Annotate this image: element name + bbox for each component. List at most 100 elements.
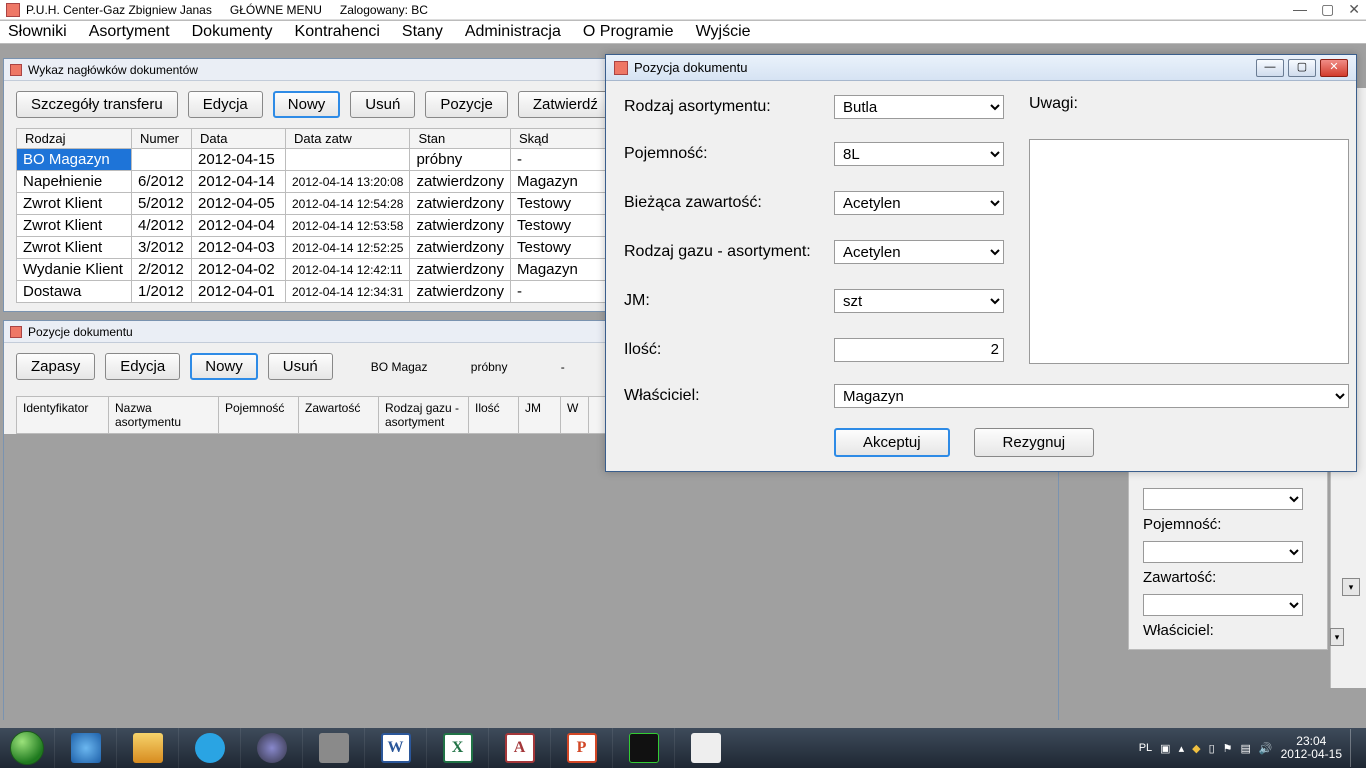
col-header[interactable]: Numer [132,129,192,149]
input-jm[interactable]: szt [834,289,1004,313]
table-row[interactable]: Napełnienie6/20122012-04-142012-04-14 13… [17,171,611,193]
menu-slowniki[interactable]: Słowniki [8,23,67,41]
side-panel: Pojemność: Zawartość: Właściciel: [1128,469,1328,650]
col-header[interactable]: W [561,397,589,433]
side-pojem-label: Pojemność: [1143,516,1313,533]
menu-dokumenty[interactable]: Dokumenty [192,23,273,41]
tray-icon[interactable]: ▯ [1209,742,1215,755]
logged-label: Zalogowany: BC [340,3,428,17]
maximize-icon[interactable]: ▢ [1321,1,1334,18]
task-word[interactable]: W [364,728,426,768]
approve-button[interactable]: Zatwierdź [518,91,613,118]
menu-oprogramie[interactable]: O Programie [583,23,674,41]
window-title: Pozycje dokumentu [28,325,133,339]
col-header[interactable]: Rodzaj gazu - asortyment [379,397,469,433]
side-zaw-label: Zawartość: [1143,569,1313,586]
task-gear[interactable] [302,728,364,768]
col-header[interactable]: Identyfikator [17,397,109,433]
col-header[interactable]: Stan [410,129,511,149]
input-wlasc[interactable]: Magazyn [834,384,1349,408]
transfer-details-button[interactable]: Szczegóły transferu [16,91,178,118]
menu-kontrahenci[interactable]: Kontrahenci [295,23,380,41]
menu-administracja[interactable]: Administracja [465,23,561,41]
label-gaz: Rodzaj gazu - asortyment: [624,243,834,261]
label-ilosc: Ilość: [624,341,834,359]
task-compass[interactable] [240,728,302,768]
task-app2[interactable] [674,728,736,768]
new-button[interactable]: Nowy [273,91,341,118]
minimize-icon[interactable]: — [1293,1,1307,18]
doc-headers-table[interactable]: RodzajNumerDataData zatwStanSkąd BO Maga… [16,128,611,303]
scroll-button[interactable]: ▾ [1330,628,1344,646]
menu-wyjscie[interactable]: Wyjście [696,23,751,41]
col-header[interactable]: Pojemność [219,397,299,433]
tray-lang[interactable]: PL [1139,742,1152,754]
input-ilosc[interactable] [834,338,1004,362]
table-row[interactable]: Wydanie Klient2/20122012-04-022012-04-14… [17,259,611,281]
tray-icon[interactable]: ▤ [1241,742,1251,755]
taskbar: W X A P PL ▣ ▴ ◆ ▯ ⚑ ▤ 🔊 23:042012-04-15 [0,728,1366,768]
tray-icon[interactable]: ▣ [1160,742,1170,755]
info-from: - [561,360,565,374]
col-header[interactable]: Nazwa asortymentu [109,397,219,433]
cancel-button[interactable]: Rezygnuj [974,428,1095,457]
col-header[interactable]: Ilość [469,397,519,433]
label-uwagi: Uwagi: [1029,95,1349,113]
window-title: Wykaz nagłówków dokumentów [28,63,198,77]
menu-asortyment[interactable]: Asortyment [89,23,170,41]
dialog-pozycja: Pozycja dokumentu — ▢ ✕ Rodzaj asortymen… [605,54,1357,472]
task-powerpoint[interactable]: P [550,728,612,768]
task-explorer[interactable] [116,728,178,768]
side-rodzaj-select[interactable] [1143,488,1303,510]
show-desktop-button[interactable] [1350,729,1360,767]
col-header[interactable]: Rodzaj [17,129,132,149]
input-biez[interactable]: Acetylen [834,191,1004,215]
menu-stany[interactable]: Stany [402,23,443,41]
tray-chevron-up-icon[interactable]: ▴ [1179,742,1185,755]
delete-button[interactable]: Usuń [350,91,415,118]
new-button[interactable]: Nowy [190,353,258,380]
task-skype[interactable] [178,728,240,768]
stock-button[interactable]: Zapasy [16,353,95,380]
input-uwagi[interactable] [1029,139,1349,364]
scroll-button[interactable]: ▾ [1342,578,1360,596]
edit-button[interactable]: Edycja [188,91,263,118]
start-button[interactable] [0,728,54,768]
table-row[interactable]: Zwrot Klient3/20122012-04-032012-04-14 1… [17,237,611,259]
tray-volume-icon[interactable]: 🔊 [1259,742,1273,755]
task-access[interactable]: A [488,728,550,768]
dialog-minimize-button[interactable]: — [1256,59,1284,77]
table-row[interactable]: BO Magazyn2012-04-15próbny- [17,149,611,171]
input-pojem[interactable]: 8L [834,142,1004,166]
edit-button[interactable]: Edycja [105,353,180,380]
col-header[interactable]: Zawartość [299,397,379,433]
input-rodzaj[interactable]: Butla [834,95,1004,119]
side-pojem-select[interactable] [1143,541,1303,563]
accept-button[interactable]: Akceptuj [834,428,950,457]
label-wlasc: Właściciel: [624,387,834,405]
col-header[interactable]: JM [519,397,561,433]
task-ie[interactable] [54,728,116,768]
dialog-close-button[interactable]: ✕ [1320,59,1348,77]
dialog-title: Pozycja dokumentu [634,60,747,75]
delete-button[interactable]: Usuń [268,353,333,380]
col-header[interactable]: Skąd [510,129,610,149]
task-excel[interactable]: X [426,728,488,768]
table-row[interactable]: Zwrot Klient5/20122012-04-052012-04-14 1… [17,193,611,215]
main-menu: Słowniki Asortyment Dokumenty Kontrahenc… [0,20,1366,44]
tray-icon[interactable]: ⚑ [1223,742,1233,755]
table-row[interactable]: Dostawa1/20122012-04-012012-04-14 12:34:… [17,281,611,303]
col-header[interactable]: Data [192,129,286,149]
col-header[interactable]: Data zatw [286,129,410,149]
tray-clock[interactable]: 23:042012-04-15 [1281,735,1342,761]
input-gaz[interactable]: Acetylen [834,240,1004,264]
close-icon[interactable]: ✕ [1348,1,1360,18]
table-row[interactable]: Zwrot Klient4/20122012-04-042012-04-14 1… [17,215,611,237]
dialog-maximize-button[interactable]: ▢ [1288,59,1316,77]
side-zaw-select[interactable] [1143,594,1303,616]
positions-button[interactable]: Pozycje [425,91,508,118]
side-wlasc-label: Właściciel: [1143,622,1313,639]
task-app1[interactable] [612,728,674,768]
positions-empty-area [4,434,1058,744]
tray-icon[interactable]: ◆ [1192,742,1200,755]
